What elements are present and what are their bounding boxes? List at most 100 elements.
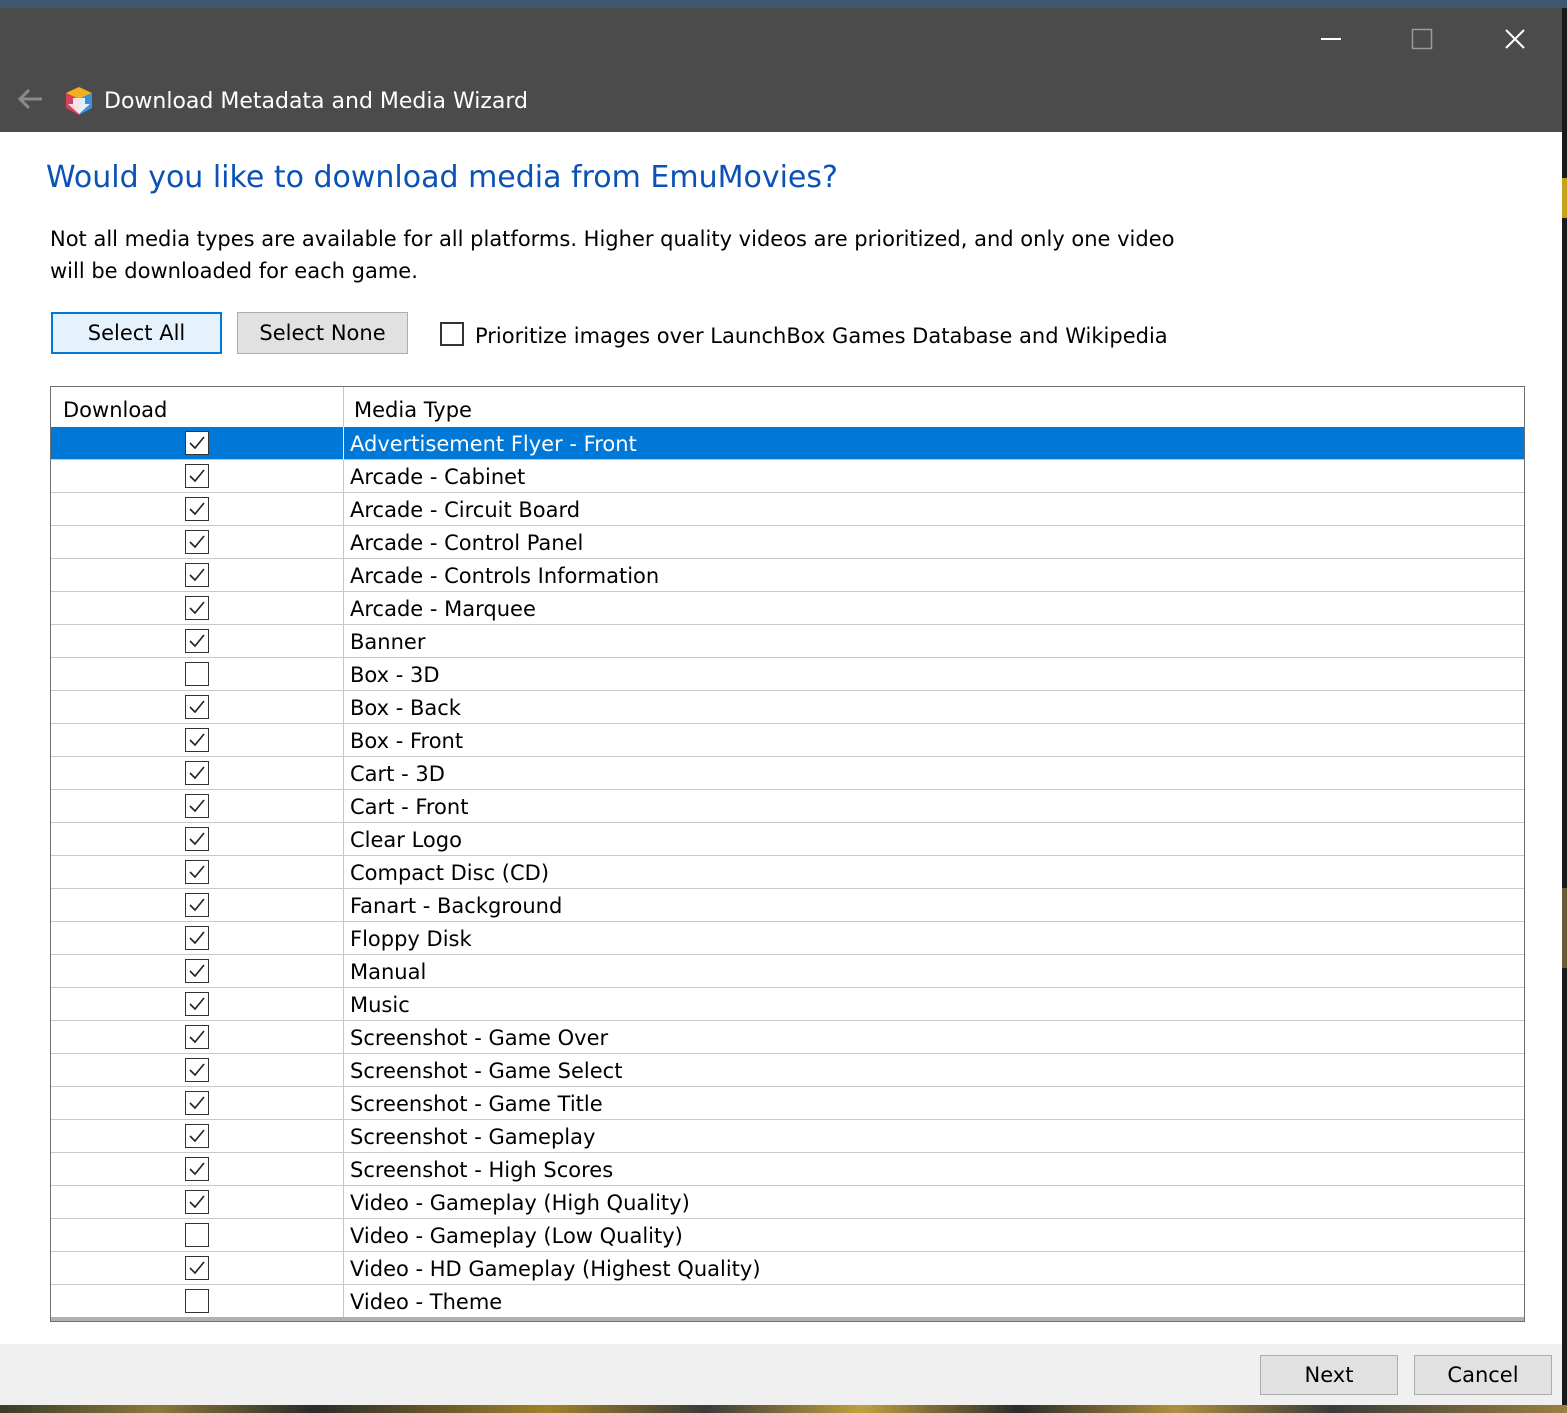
window-title: Download Metadata and Media Wizard xyxy=(104,89,529,114)
table-row[interactable]: Screenshot - Game Title xyxy=(51,1087,1524,1120)
select-all-button[interactable]: Select All xyxy=(51,312,222,354)
table-row[interactable]: Screenshot - Gameplay xyxy=(51,1120,1524,1153)
desktop-strip-bottom xyxy=(0,1405,1567,1413)
download-checkbox-unchecked[interactable] xyxy=(185,1223,209,1247)
table-row[interactable]: Manual xyxy=(51,955,1524,988)
media-type-label: Cart - Front xyxy=(350,795,469,819)
checkmark-icon xyxy=(189,1129,205,1143)
table-row[interactable]: Cart - 3D xyxy=(51,757,1524,790)
checkmark-icon xyxy=(189,1261,205,1275)
prioritize-images-checkbox[interactable] xyxy=(440,322,464,346)
media-type-label: Video - Gameplay (Low Quality) xyxy=(350,1224,683,1248)
table-row[interactable]: Floppy Disk xyxy=(51,922,1524,955)
minimize-icon xyxy=(1321,38,1341,40)
checkmark-icon xyxy=(189,700,205,714)
media-type-label: Arcade - Circuit Board xyxy=(350,498,581,522)
column-header-download[interactable]: Download xyxy=(63,394,167,426)
download-checkbox-checked[interactable] xyxy=(185,596,209,620)
download-checkbox-checked[interactable] xyxy=(185,1256,209,1280)
download-checkbox-checked[interactable] xyxy=(185,728,209,752)
download-checkbox-checked[interactable] xyxy=(185,563,209,587)
checkmark-icon xyxy=(189,1063,205,1077)
table-row[interactable]: Screenshot - Game Over xyxy=(51,1021,1524,1054)
download-checkbox-checked[interactable] xyxy=(185,926,209,950)
media-type-label: Banner xyxy=(350,630,426,654)
download-checkbox-checked[interactable] xyxy=(185,827,209,851)
back-button[interactable] xyxy=(14,86,48,112)
download-checkbox-checked[interactable] xyxy=(185,464,209,488)
minimize-button[interactable] xyxy=(1286,8,1376,70)
checkmark-icon xyxy=(189,1162,205,1176)
cancel-button[interactable]: Cancel xyxy=(1414,1355,1552,1395)
next-button[interactable]: Next xyxy=(1260,1355,1398,1395)
download-checkbox-checked[interactable] xyxy=(185,695,209,719)
download-checkbox-checked[interactable] xyxy=(185,530,209,554)
download-checkbox-checked[interactable] xyxy=(185,992,209,1016)
table-row[interactable]: Box - 3D xyxy=(51,658,1524,691)
media-type-label: Video - HD Gameplay (Highest Quality) xyxy=(350,1257,761,1281)
download-checkbox-checked[interactable] xyxy=(185,1157,209,1181)
prioritize-images-label[interactable]: Prioritize images over LaunchBox Games D… xyxy=(475,320,1168,352)
download-checkbox-checked[interactable] xyxy=(185,794,209,818)
media-type-label: Box - 3D xyxy=(350,663,440,687)
checkmark-icon xyxy=(189,766,205,780)
column-header-media-type[interactable]: Media Type xyxy=(354,394,472,426)
title-bar: Download Metadata and Media Wizard xyxy=(0,8,1562,132)
close-button[interactable] xyxy=(1470,8,1560,70)
download-checkbox-checked[interactable] xyxy=(185,431,209,455)
table-row[interactable]: Box - Back xyxy=(51,691,1524,724)
download-checkbox-unchecked[interactable] xyxy=(185,662,209,686)
table-row[interactable]: Banner xyxy=(51,625,1524,658)
table-row[interactable]: Clear Logo xyxy=(51,823,1524,856)
download-checkbox-checked[interactable] xyxy=(185,959,209,983)
download-checkbox-checked[interactable] xyxy=(185,893,209,917)
media-type-label: Cart - 3D xyxy=(350,762,445,786)
screen: Download Metadata and Media Wizard Would… xyxy=(0,0,1567,1413)
media-type-label: Manual xyxy=(350,960,427,984)
table-row[interactable]: Arcade - Marquee xyxy=(51,592,1524,625)
download-checkbox-checked[interactable] xyxy=(185,1025,209,1049)
table-row[interactable]: Arcade - Control Panel xyxy=(51,526,1524,559)
maximize-button[interactable] xyxy=(1377,8,1467,70)
checkmark-icon xyxy=(189,502,205,516)
checkmark-icon xyxy=(189,931,205,945)
table-row[interactable]: Compact Disc (CD) xyxy=(51,856,1524,889)
media-type-label: Screenshot - Gameplay xyxy=(350,1125,596,1149)
download-checkbox-checked[interactable] xyxy=(185,1058,209,1082)
table-row[interactable]: Music xyxy=(51,988,1524,1021)
table-row[interactable]: Video - Theme xyxy=(51,1285,1524,1318)
media-type-label: Fanart - Background xyxy=(350,894,563,918)
page-heading: Would you like to download media from Em… xyxy=(46,160,838,195)
table-row[interactable]: Screenshot - Game Select xyxy=(51,1054,1524,1087)
download-checkbox-checked[interactable] xyxy=(185,761,209,785)
checkmark-icon xyxy=(189,469,205,483)
table-row[interactable]: Arcade - Circuit Board xyxy=(51,493,1524,526)
download-checkbox-checked[interactable] xyxy=(185,1190,209,1214)
download-checkbox-unchecked[interactable] xyxy=(185,1289,209,1313)
media-type-label: Box - Front xyxy=(350,729,464,753)
checkmark-icon xyxy=(189,733,205,747)
download-checkbox-checked[interactable] xyxy=(185,497,209,521)
media-type-label: Video - Gameplay (High Quality) xyxy=(350,1191,690,1215)
download-checkbox-checked[interactable] xyxy=(185,1091,209,1115)
table-row[interactable]: Box - Front xyxy=(51,724,1524,757)
table-row[interactable]: Video - HD Gameplay (Highest Quality) xyxy=(51,1252,1524,1285)
download-checkbox-checked[interactable] xyxy=(185,1124,209,1148)
checkmark-icon xyxy=(189,634,205,648)
back-arrow-icon xyxy=(17,88,42,110)
checkmark-icon xyxy=(189,601,205,615)
download-checkbox-checked[interactable] xyxy=(185,860,209,884)
table-row[interactable]: Video - Gameplay (Low Quality) xyxy=(51,1219,1524,1252)
table-row[interactable]: Cart - Front xyxy=(51,790,1524,823)
table-row[interactable]: Arcade - Controls Information xyxy=(51,559,1524,592)
table-row[interactable]: Screenshot - High Scores xyxy=(51,1153,1524,1186)
media-type-label: Video - Theme xyxy=(350,1290,503,1314)
download-checkbox-checked[interactable] xyxy=(185,629,209,653)
checkmark-icon xyxy=(189,799,205,813)
table-row[interactable]: Advertisement Flyer - Front xyxy=(51,427,1524,460)
select-none-button[interactable]: Select None xyxy=(237,312,408,354)
table-row[interactable]: Fanart - Background xyxy=(51,889,1524,922)
table-row[interactable]: Video - Gameplay (High Quality) xyxy=(51,1186,1524,1219)
media-type-grid[interactable]: Download Media Type Advertisement Flyer … xyxy=(50,386,1525,1322)
table-row[interactable]: Arcade - Cabinet xyxy=(51,460,1524,493)
